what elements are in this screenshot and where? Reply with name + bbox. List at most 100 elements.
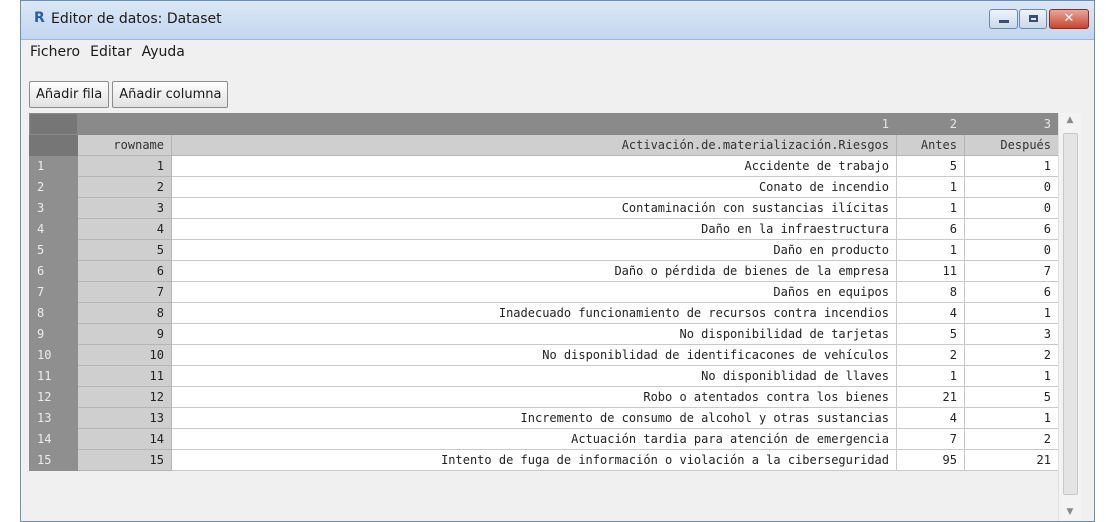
riesgo-cell[interactable]: Daños en equipos bbox=[171, 281, 897, 303]
maximize-button[interactable] bbox=[1019, 9, 1047, 29]
add-row-button[interactable]: Añadir fila bbox=[29, 81, 110, 108]
antes-cell[interactable]: 21 bbox=[896, 386, 965, 408]
vertical-scrollbar[interactable]: ▲ ▼ bbox=[1058, 113, 1081, 521]
antes-cell[interactable]: 8 bbox=[896, 281, 965, 303]
column-header-antes[interactable]: Antes bbox=[896, 134, 965, 156]
row-number[interactable]: 6 bbox=[29, 260, 78, 282]
despues-cell[interactable]: 6 bbox=[964, 218, 1059, 240]
rowname-cell[interactable]: 13 bbox=[77, 407, 172, 429]
row-number[interactable]: 5 bbox=[29, 239, 78, 261]
despues-cell[interactable]: 0 bbox=[964, 176, 1059, 198]
table-row: 6 6 Daño o pérdida de bienes de la empresa… bbox=[29, 260, 1059, 282]
row-number[interactable]: 1 bbox=[29, 155, 78, 177]
rowname-cell[interactable]: 8 bbox=[77, 302, 172, 324]
title-bar[interactable]: R Editor de datos: Dataset ✕ bbox=[21, 1, 1094, 40]
row-number[interactable]: 3 bbox=[29, 197, 78, 219]
antes-cell[interactable]: 1 bbox=[896, 176, 965, 198]
rowname-cell[interactable]: 2 bbox=[77, 176, 172, 198]
column-header-rowname[interactable]: rowname bbox=[77, 134, 172, 156]
riesgo-cell[interactable]: No disponibilidad de tarjetas bbox=[171, 323, 897, 345]
scroll-up-icon[interactable]: ▲ bbox=[1059, 115, 1081, 125]
close-button[interactable]: ✕ bbox=[1049, 9, 1089, 29]
despues-cell[interactable]: 1 bbox=[964, 155, 1059, 177]
antes-cell[interactable]: 4 bbox=[896, 407, 965, 429]
rowname-cell[interactable]: 3 bbox=[77, 197, 172, 219]
despues-cell[interactable]: 5 bbox=[964, 386, 1059, 408]
rowname-cell[interactable]: 1 bbox=[77, 155, 172, 177]
row-number[interactable]: 7 bbox=[29, 281, 78, 303]
despues-cell[interactable]: 7 bbox=[964, 260, 1059, 282]
riesgo-cell[interactable]: Daño en la infraestructura bbox=[171, 218, 897, 240]
despues-cell[interactable]: 2 bbox=[964, 344, 1059, 366]
rowname-cell[interactable]: 9 bbox=[77, 323, 172, 345]
despues-cell[interactable]: 6 bbox=[964, 281, 1059, 303]
despues-cell[interactable]: 1 bbox=[964, 407, 1059, 429]
riesgo-cell[interactable]: Incremento de consumo de alcohol y otras… bbox=[171, 407, 897, 429]
row-number[interactable]: 12 bbox=[29, 386, 78, 408]
riesgo-cell[interactable]: Accidente de trabajo bbox=[171, 155, 897, 177]
riesgo-cell[interactable]: Daño en producto bbox=[171, 239, 897, 261]
row-number[interactable]: 11 bbox=[29, 365, 78, 387]
antes-cell[interactable]: 11 bbox=[896, 260, 965, 282]
riesgo-cell[interactable]: Daño o pérdida de bienes de la empresa bbox=[171, 260, 897, 282]
rowname-cell[interactable]: 10 bbox=[77, 344, 172, 366]
rowname-cell[interactable]: 7 bbox=[77, 281, 172, 303]
riesgo-cell[interactable]: Inadecuado funcionamiento de recursos co… bbox=[171, 302, 897, 324]
antes-cell[interactable]: 6 bbox=[896, 218, 965, 240]
row-number[interactable]: 4 bbox=[29, 218, 78, 240]
antes-cell[interactable]: 7 bbox=[896, 428, 965, 450]
riesgo-cell[interactable]: Conato de incendio bbox=[171, 176, 897, 198]
row-number[interactable]: 2 bbox=[29, 176, 78, 198]
despues-cell[interactable]: 1 bbox=[964, 302, 1059, 324]
despues-cell[interactable]: 3 bbox=[964, 323, 1059, 345]
row-number[interactable]: 15 bbox=[29, 449, 78, 471]
despues-cell[interactable]: 21 bbox=[964, 449, 1059, 471]
despues-cell[interactable]: 0 bbox=[964, 197, 1059, 219]
rowname-cell[interactable]: 12 bbox=[77, 386, 172, 408]
riesgo-cell[interactable]: No disponiblidad de identificacones de v… bbox=[171, 344, 897, 366]
scroll-down-icon[interactable]: ▼ bbox=[1059, 507, 1081, 517]
menu-editar[interactable]: Editar bbox=[85, 44, 136, 60]
antes-cell[interactable]: 5 bbox=[896, 323, 965, 345]
row-number[interactable]: 8 bbox=[29, 302, 78, 324]
antes-cell[interactable]: 95 bbox=[896, 449, 965, 471]
row-number[interactable]: 14 bbox=[29, 428, 78, 450]
despues-cell[interactable]: 2 bbox=[964, 428, 1059, 450]
rowname-cell[interactable]: 4 bbox=[77, 218, 172, 240]
menu-ayuda[interactable]: Ayuda bbox=[137, 44, 190, 60]
column-header-despues[interactable]: Después bbox=[964, 134, 1059, 156]
antes-cell[interactable]: 1 bbox=[896, 197, 965, 219]
riesgo-cell[interactable]: No disponiblidad de llaves bbox=[171, 365, 897, 387]
minimize-button[interactable] bbox=[989, 9, 1018, 29]
antes-cell[interactable]: 2 bbox=[896, 344, 965, 366]
table-row: 1 1 Accidente de trabajo 5 1 bbox=[29, 155, 1059, 177]
despues-cell[interactable]: 1 bbox=[964, 365, 1059, 387]
column-header-riesgos[interactable]: Activación.de.materialización.Riesgos bbox=[171, 134, 897, 156]
column-number[interactable]: 2 bbox=[896, 113, 965, 135]
rowname-cell[interactable]: 6 bbox=[77, 260, 172, 282]
antes-cell[interactable]: 4 bbox=[896, 302, 965, 324]
despues-cell[interactable]: 0 bbox=[964, 239, 1059, 261]
menu-fichero[interactable]: Fichero bbox=[25, 44, 85, 60]
add-column-button[interactable]: Añadir columna bbox=[112, 81, 229, 108]
scroll-thumb[interactable] bbox=[1063, 133, 1078, 495]
antes-cell[interactable]: 1 bbox=[896, 365, 965, 387]
minimize-icon bbox=[999, 20, 1009, 23]
row-number[interactable]: 13 bbox=[29, 407, 78, 429]
table-row: 2 2 Conato de incendio 1 0 bbox=[29, 176, 1059, 198]
rowname-cell[interactable]: 14 bbox=[77, 428, 172, 450]
riesgo-cell[interactable]: Actuación tardia para atención de emerge… bbox=[171, 428, 897, 450]
column-number[interactable]: 3 bbox=[964, 113, 1059, 135]
antes-cell[interactable]: 1 bbox=[896, 239, 965, 261]
table-row: 3 3 Contaminación con sustancias ilícitas 1… bbox=[29, 197, 1059, 219]
rowname-cell[interactable]: 5 bbox=[77, 239, 172, 261]
rowname-cell[interactable]: 11 bbox=[77, 365, 172, 387]
column-number[interactable]: 1 bbox=[171, 113, 897, 135]
riesgo-cell[interactable]: Intento de fuga de información o violaci… bbox=[171, 449, 897, 471]
riesgo-cell[interactable]: Contaminación con sustancias ilícitas bbox=[171, 197, 897, 219]
row-number[interactable]: 9 bbox=[29, 323, 78, 345]
rowname-cell[interactable]: 15 bbox=[77, 449, 172, 471]
row-number[interactable]: 10 bbox=[29, 344, 78, 366]
antes-cell[interactable]: 5 bbox=[896, 155, 965, 177]
riesgo-cell[interactable]: Robo o atentados contra los bienes bbox=[171, 386, 897, 408]
